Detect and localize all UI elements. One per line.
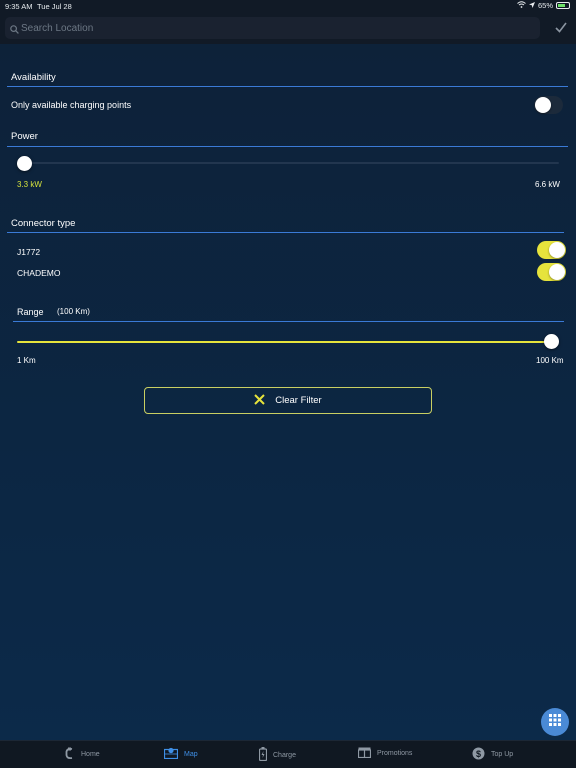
status-right: 65% <box>517 1 570 10</box>
availability-divider <box>7 86 568 87</box>
search-field[interactable] <box>5 17 540 39</box>
toggle-knob <box>535 97 551 113</box>
range-title: Range <box>17 307 44 317</box>
tab-bar: Home Map Charge Promotions $ Top Up <box>0 740 576 768</box>
dollar-icon: $ <box>472 747 485 762</box>
home-icon <box>65 747 75 762</box>
tab-top-up[interactable]: $ Top Up <box>472 747 513 762</box>
power-max-label: 6.6 kW <box>535 180 560 189</box>
range-max-label: 100 Km <box>536 356 564 365</box>
checkmark-icon[interactable] <box>555 20 567 38</box>
available-points-toggle[interactable] <box>534 96 563 114</box>
tab-charge-label: Charge <box>273 751 296 759</box>
range-slider-thumb[interactable] <box>544 334 559 349</box>
battery-percent: 65% <box>537 1 553 10</box>
tab-top-up-label: Top Up <box>491 751 514 758</box>
status-time: 9:35 AM <box>5 2 33 11</box>
range-min-label: 1 Km <box>17 356 36 365</box>
tab-charge[interactable]: Charge <box>258 747 296 763</box>
search-input[interactable] <box>21 17 531 39</box>
search-bar <box>0 12 576 44</box>
availability-title: Availability <box>11 72 56 83</box>
power-title: Power <box>11 131 38 142</box>
battery-icon <box>556 2 570 9</box>
range-divider <box>13 321 564 322</box>
grid-icon <box>549 713 561 731</box>
connector-j1772-label: J1772 <box>17 247 41 257</box>
toggle-knob <box>549 242 565 258</box>
range-value-label: (100 Km) <box>57 307 90 316</box>
connector-title: Connector type <box>11 218 76 229</box>
promotions-icon <box>357 747 372 760</box>
tab-map[interactable]: Map <box>163 747 198 761</box>
svg-text:$: $ <box>476 749 481 759</box>
charge-icon <box>258 747 268 763</box>
battery-fill <box>558 4 565 7</box>
toggle-knob <box>549 264 565 280</box>
connector-chademo-toggle[interactable] <box>537 263 566 281</box>
map-icon <box>163 747 179 761</box>
tab-home[interactable]: Home <box>65 747 100 762</box>
status-date: Tue Jul 28 <box>37 2 72 11</box>
connector-j1772-toggle[interactable] <box>537 241 566 259</box>
tab-home-label: Home <box>81 751 100 758</box>
status-bar: 9:35 AM Tue Jul 28 65% <box>0 0 576 12</box>
power-min-label: 3.3 kW <box>17 180 42 189</box>
clear-filter-label: Clear Filter <box>275 395 322 406</box>
range-slider-track[interactable] <box>17 341 552 343</box>
search-icon <box>10 21 19 39</box>
grid-menu-button[interactable] <box>541 708 569 736</box>
available-points-label: Only available charging points <box>11 100 132 110</box>
connector-chademo-label: CHADEMO <box>17 268 61 278</box>
tab-promotions-label: Promotions <box>377 750 413 757</box>
tab-map-label: Map <box>184 750 198 758</box>
power-slider-thumb[interactable] <box>17 156 32 171</box>
connector-divider <box>7 232 564 233</box>
tab-promotions[interactable]: Promotions <box>357 747 413 760</box>
wifi-icon <box>517 1 526 10</box>
power-divider <box>7 146 568 147</box>
location-arrow-icon <box>528 1 535 10</box>
power-slider-track[interactable] <box>17 162 559 164</box>
close-x-icon <box>254 393 265 408</box>
clear-filter-button[interactable]: Clear Filter <box>144 387 432 414</box>
